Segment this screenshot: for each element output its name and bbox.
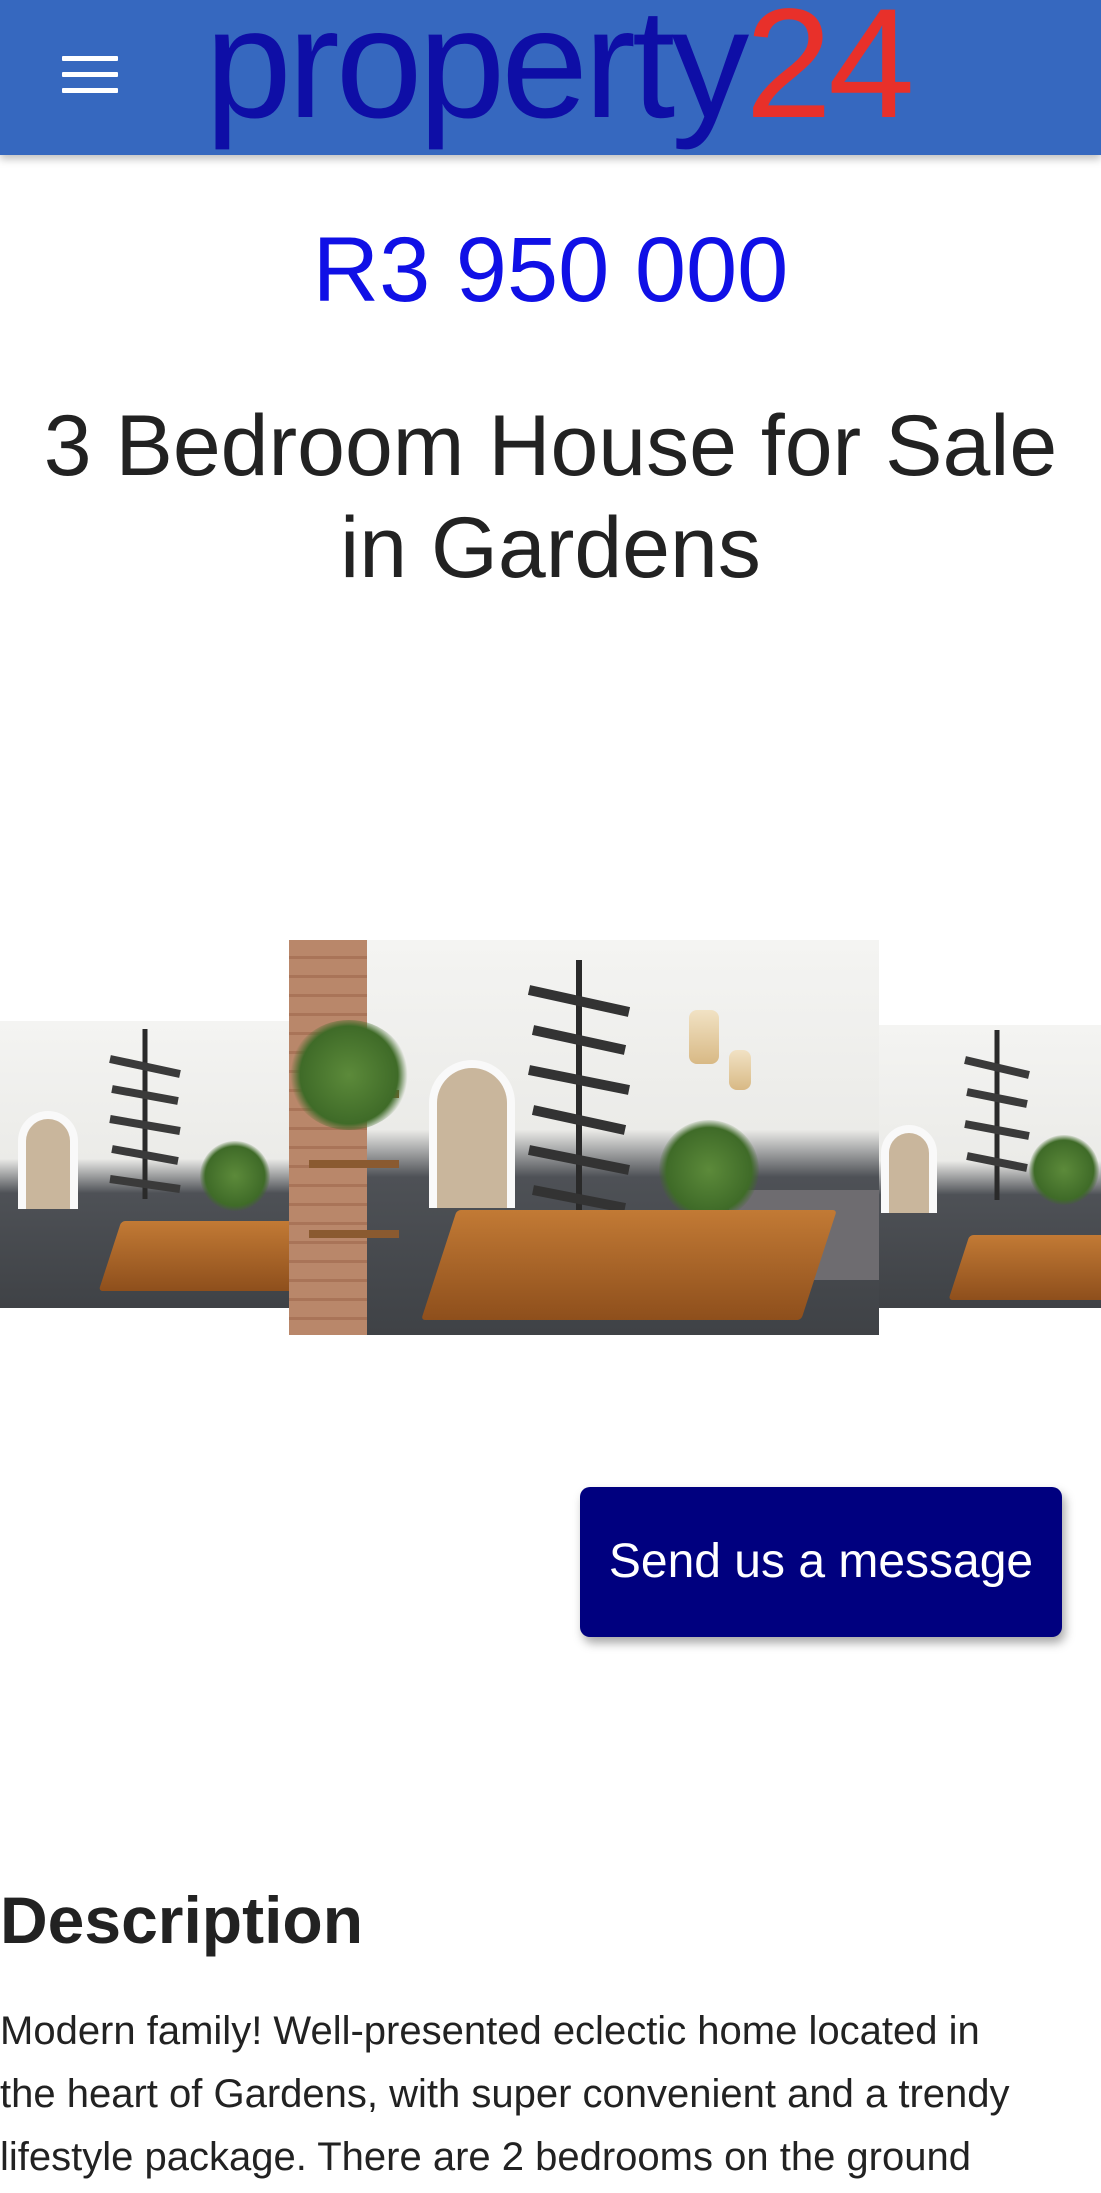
description-heading: Description [0, 1883, 364, 1957]
description-line: the heart of Gardens, with super conveni… [0, 2072, 1010, 2116]
gallery-photo-current[interactable] [289, 940, 879, 1335]
send-message-button[interactable]: Send us a message [580, 1487, 1062, 1637]
description-line: Modern family! Well-presented eclectic h… [0, 2009, 980, 2053]
hamburger-menu-icon[interactable] [50, 46, 130, 102]
listing-price: R3 950 000 [312, 219, 789, 321]
photo-gallery[interactable] [0, 940, 1101, 1335]
listing-title-line-1: 3 Bedroom House for Sale [43, 398, 1058, 494]
gallery-photo-previous[interactable] [0, 1021, 289, 1308]
logo-number: 24 [745, 0, 915, 151]
top-app-bar: property24 [0, 0, 1101, 155]
listing-title-line-2: in Gardens [340, 500, 761, 596]
logo-word: property [205, 0, 749, 151]
description-text: Modern family! Well-presented eclectic h… [0, 2000, 1101, 2189]
description-line: lifestyle package. There are 2 bedrooms … [0, 2135, 971, 2179]
property24-logo[interactable]: property24 [205, 0, 915, 144]
gallery-photo-next[interactable] [879, 1025, 1101, 1308]
listing-page: property24 R3 950 000 3 Bedroom House fo… [0, 0, 1101, 2193]
listing-title: 3 Bedroom House for Sale in Gardens [0, 395, 1101, 599]
